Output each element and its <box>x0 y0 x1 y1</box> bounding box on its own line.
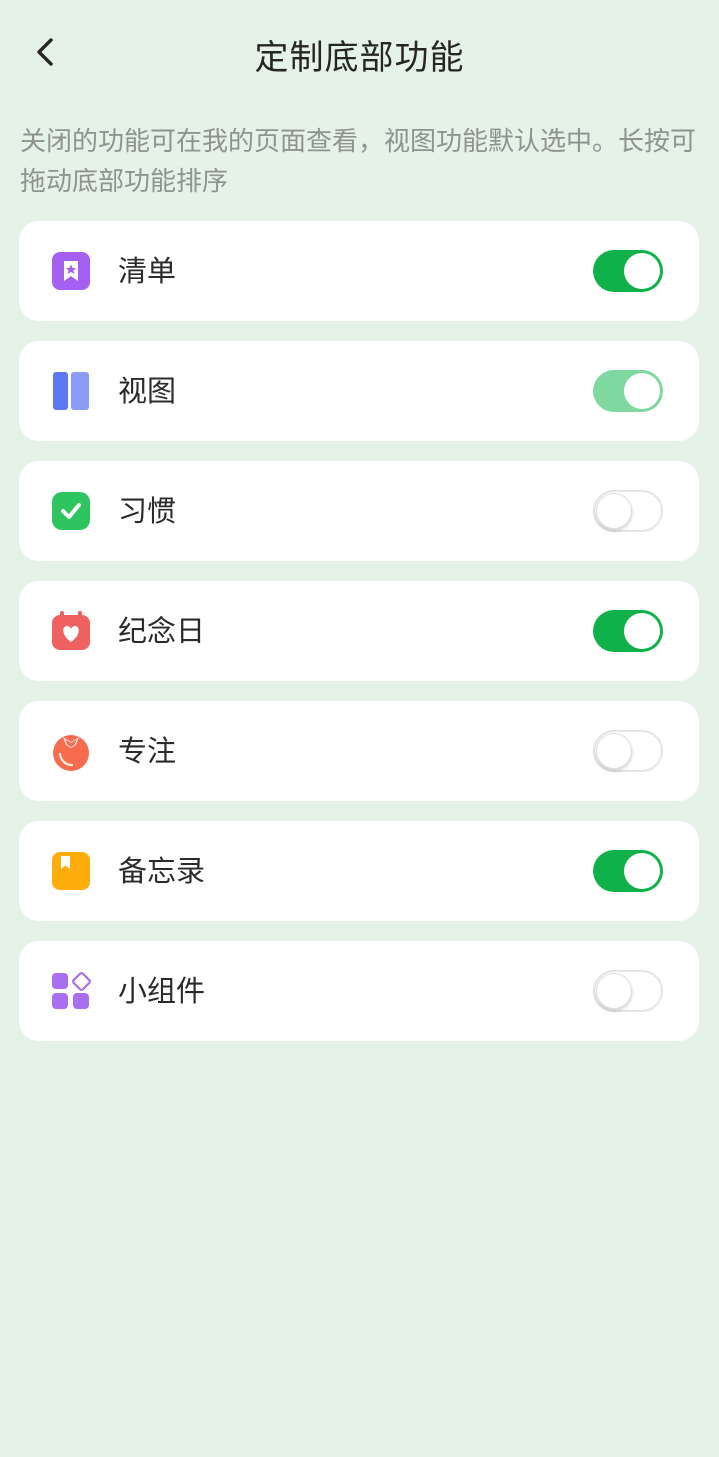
toggle-memo[interactable] <box>593 850 663 892</box>
toggle-widgets[interactable] <box>593 970 663 1012</box>
feature-label: 纪念日 <box>118 614 206 648</box>
toggle-knob <box>596 973 632 1009</box>
feature-item-habit[interactable]: 习惯 <box>19 461 699 561</box>
feature-label: 小组件 <box>118 974 206 1008</box>
toggle-view[interactable] <box>593 370 663 412</box>
feature-label: 视图 <box>118 374 177 408</box>
toggle-knob <box>596 733 632 769</box>
feature-item-anniversary[interactable]: 纪念日 <box>19 581 699 681</box>
page-title: 定制底部功能 <box>254 38 465 78</box>
toggle-focus[interactable] <box>593 730 663 772</box>
feature-label: 备忘录 <box>118 854 206 888</box>
toggle-knob <box>596 493 632 529</box>
toggle-knob <box>624 853 660 889</box>
feature-item-memo[interactable]: 备忘录 <box>19 821 699 921</box>
toggle-knob <box>624 253 660 289</box>
feature-item-view[interactable]: 视图 <box>19 341 699 441</box>
feature-label: 专注 <box>118 734 177 768</box>
description-text: 关闭的功能可在我的页面查看，视图功能默认选中。长按可拖动底部功能排序 <box>20 127 697 197</box>
toggle-knob <box>624 373 660 409</box>
toggle-habit[interactable] <box>593 490 663 532</box>
feature-item-focus[interactable]: 专注 <box>19 701 699 801</box>
header: 定制底部功能 <box>0 0 719 108</box>
list-bookmark-icon <box>52 252 90 290</box>
focus-tomato-icon <box>53 735 89 771</box>
customize-bottom-features-screen: 定制底部功能 关闭的功能可在我的页面查看，视图功能默认选中。长按可拖动底部功能排… <box>0 0 719 1457</box>
feature-item-list[interactable]: 清单 <box>19 221 699 321</box>
toggle-anniversary[interactable] <box>593 610 663 652</box>
feature-label: 习惯 <box>118 494 177 528</box>
widgets-grid-icon <box>52 972 91 1009</box>
feature-label: 清单 <box>118 254 177 288</box>
anniversary-calendar-icon <box>52 611 90 650</box>
habit-check-icon <box>52 492 90 530</box>
toggle-knob <box>624 613 660 649</box>
memo-bookmark-icon <box>52 852 90 890</box>
feature-list: 清单 视图 习惯 纪念日 专注 备忘录 小组件 <box>19 221 699 1061</box>
toggle-list[interactable] <box>593 250 663 292</box>
view-columns-icon <box>53 372 89 410</box>
feature-item-widgets[interactable]: 小组件 <box>19 941 699 1041</box>
